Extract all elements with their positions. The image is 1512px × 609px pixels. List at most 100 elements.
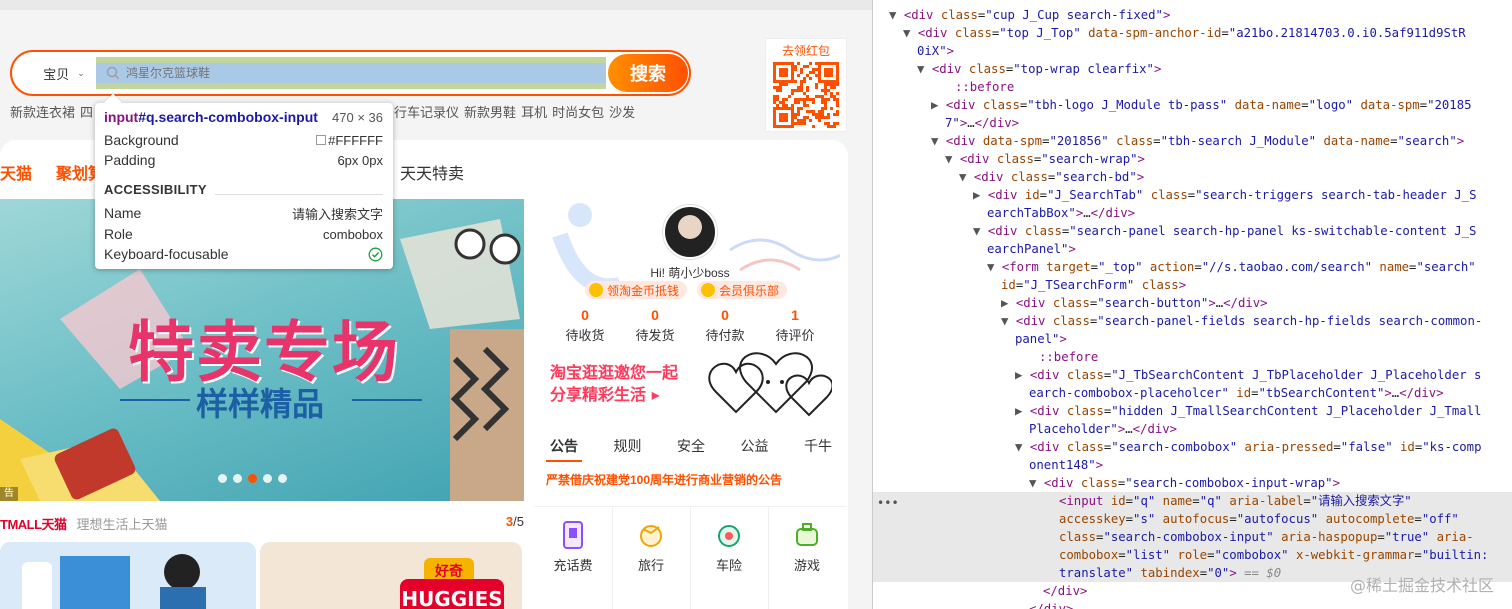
dom-node-line[interactable]: 0iX"> (873, 42, 1512, 60)
dom-node-line[interactable]: ▼ <div class="top J_Top" data-spm-anchor… (873, 24, 1512, 42)
dom-node-line[interactable]: earchPanel"> (873, 240, 1512, 258)
avatar[interactable] (663, 205, 717, 259)
expand-right-icon[interactable]: ▶ (1015, 404, 1022, 418)
dom-node-line[interactable]: accesskey="s" autofocus="autofocus" auto… (873, 510, 1512, 528)
hot-word[interactable]: 时尚女包 (552, 102, 604, 121)
dom-node-line[interactable]: ▼ <div class="search-panel search-hp-pan… (873, 222, 1512, 240)
dom-node-line[interactable]: ▶ <div id="J_SearchTab" class="search-tr… (873, 186, 1512, 204)
search-input[interactable] (126, 66, 566, 80)
notice-text[interactable]: 严禁借庆祝建党100周年进行商业营销的公告 (546, 471, 782, 488)
carousel-dot[interactable] (233, 474, 242, 483)
stat-to-receive[interactable]: 0 待收货 (565, 307, 604, 344)
carousel-dot[interactable] (218, 474, 227, 483)
watermark: @稀土掘金技术社区 (1350, 577, 1494, 595)
content-highlight (96, 63, 606, 83)
dom-node-line[interactable]: <input id="q" name="q" aria-label="请输入搜索… (873, 492, 1512, 510)
expand-down-icon[interactable]: ▼ (903, 26, 910, 40)
expand-down-icon[interactable]: ▼ (917, 62, 924, 76)
dom-node-line[interactable]: ::before (873, 348, 1512, 366)
carousel-dots (218, 474, 287, 483)
dom-node-line[interactable]: onent148"> (873, 456, 1512, 474)
expand-right-icon[interactable]: ▶ (931, 98, 938, 112)
dom-node-line[interactable]: ▼ <div data-spm="201856" class="tbh-sear… (873, 132, 1512, 150)
dom-node-line[interactable]: Placeholder">…</div> (873, 420, 1512, 438)
carousel-dot[interactable] (278, 474, 287, 483)
expand-down-icon[interactable]: ▼ (987, 260, 994, 274)
dom-node-line[interactable]: ▼ <div class="search-panel-fields search… (873, 312, 1512, 330)
expand-right-icon[interactable]: ▶ (1015, 368, 1022, 382)
dom-node-line[interactable]: panel"> (873, 330, 1512, 348)
search-button[interactable]: 搜索 (608, 54, 688, 92)
hot-word[interactable]: 四 (80, 102, 93, 121)
search-tab[interactable]: 宝贝 ⌄ (24, 52, 104, 94)
expand-right-icon[interactable]: ▶ (1001, 296, 1008, 310)
member-club-button[interactable]: 会员俱乐部 (697, 281, 788, 299)
hot-word[interactable]: 沙发 (609, 102, 635, 121)
expand-down-icon[interactable]: ▼ (931, 134, 938, 148)
inspect-tooltip: input#q.search-combobox-input 470 × 36 B… (95, 103, 393, 269)
service-travel[interactable]: 旅行 (612, 521, 690, 574)
expand-down-icon[interactable]: ▼ (945, 152, 952, 166)
expand-down-icon[interactable]: ▼ (1029, 476, 1036, 490)
phone-icon (563, 521, 583, 549)
notice-tab-security[interactable]: 安全 (673, 436, 709, 462)
dom-node-line[interactable]: ▶ <div class="hidden J_TmallSearchConten… (873, 402, 1512, 420)
notice-tab-qianniu[interactable]: 千牛 (800, 436, 836, 462)
service-games[interactable]: 游戏 (768, 521, 846, 574)
dom-node-line[interactable]: id="J_TSearchForm" class> (873, 276, 1512, 294)
dom-node-line[interactable]: class="search-combobox-input" aria-haspo… (873, 528, 1512, 546)
stat-to-ship[interactable]: 0 待发货 (635, 307, 674, 344)
expand-down-icon[interactable]: ▼ (1001, 314, 1008, 328)
notice-tab-rules[interactable]: 规则 (610, 436, 646, 462)
service-recharge[interactable]: 充话费 (534, 521, 612, 574)
dom-node-line[interactable]: ▼ <div class="top-wrap clearfix"> (873, 60, 1512, 78)
dom-node-line[interactable]: ▶ <div class="search-button">…</div> (873, 294, 1512, 312)
channel-tiantian[interactable]: 天天特卖 (400, 160, 480, 184)
coin-icon (589, 283, 603, 297)
tmall-card[interactable] (0, 542, 256, 609)
carousel-dot[interactable] (248, 474, 257, 483)
notice-tab-charity[interactable]: 公益 (737, 436, 773, 462)
dom-node-line[interactable]: ▼ <div class="search-bd"> (873, 168, 1512, 186)
dom-node-line[interactable]: </div> (873, 600, 1512, 609)
dom-node-line[interactable]: ▼ <div class="search-wrap"> (873, 150, 1512, 168)
tooltip-value: combobox (323, 226, 383, 242)
hot-word[interactable]: 耳机 (521, 102, 547, 121)
expand-down-icon[interactable]: ▼ (1015, 440, 1022, 454)
stat-num: 1 (791, 307, 799, 323)
dom-node-line[interactable]: combobox="list" role="combobox" x-webkit… (873, 546, 1512, 564)
carousel-dot[interactable] (263, 474, 272, 483)
dom-node-line[interactable]: ▼ <div class="cup J_Cup search-fixed"> (873, 6, 1512, 24)
notice-tab-announcement[interactable]: 公告 (546, 436, 582, 462)
tmall-card[interactable]: 好奇 HUGGIES (260, 542, 522, 609)
expand-down-icon[interactable]: ▼ (973, 224, 980, 238)
stat-label: 待收货 (565, 328, 605, 343)
stat-to-review[interactable]: 1 待评价 (775, 307, 814, 344)
tooltip-a11y-heading: ACCESSIBILITY (104, 181, 207, 197)
qr-redpacket[interactable]: 去领红包 (765, 38, 847, 132)
channel-tmall[interactable]: 天猫 (0, 160, 32, 184)
guangguang-promo[interactable]: 淘宝逛逛邀您一起 分享精彩生活 ▸ (550, 362, 678, 406)
taojinbi-button[interactable]: 领淘金币抵钱 (585, 281, 688, 299)
service-car-insurance[interactable]: 车险 (690, 521, 768, 574)
dom-node-line[interactable]: ::before (873, 78, 1512, 96)
dom-node-line[interactable]: 7">…</div> (873, 114, 1512, 132)
expand-right-icon[interactable]: ▶ (973, 188, 980, 202)
tmall-logo[interactable]: TMALL天猫 (0, 514, 67, 533)
hot-word[interactable]: 新款男鞋 (464, 102, 516, 121)
hot-word[interactable]: 新款连衣裙 (10, 102, 75, 121)
dom-node-line[interactable]: ▼ <div class="search-combobox-input-wrap… (873, 474, 1512, 492)
expand-down-icon[interactable]: ▼ (889, 8, 896, 22)
padding-highlight-bottom (96, 83, 606, 89)
hot-word[interactable]: 行车记录仪 (394, 102, 459, 121)
more-options-icon[interactable]: ••• (877, 494, 899, 512)
dom-node-line[interactable]: earch-combobox-placeholcer" id="tbSearch… (873, 384, 1512, 402)
tooltip-value: #FFFFFF (316, 133, 383, 148)
dom-node-line[interactable]: ▼ <div class="search-combobox" aria-pres… (873, 438, 1512, 456)
dom-node-line[interactable]: ▶ <div class="J_TbSearchContent J_TbPlac… (873, 366, 1512, 384)
stat-to-pay[interactable]: 0 待付款 (705, 307, 744, 344)
dom-node-line[interactable]: ▶ <div class="tbh-logo J_Module tb-pass"… (873, 96, 1512, 114)
dom-node-line[interactable]: earchTabBox">…</div> (873, 204, 1512, 222)
dom-node-line[interactable]: ▼ <form target="_top" action="//s.taobao… (873, 258, 1512, 276)
expand-down-icon[interactable]: ▼ (959, 170, 966, 184)
